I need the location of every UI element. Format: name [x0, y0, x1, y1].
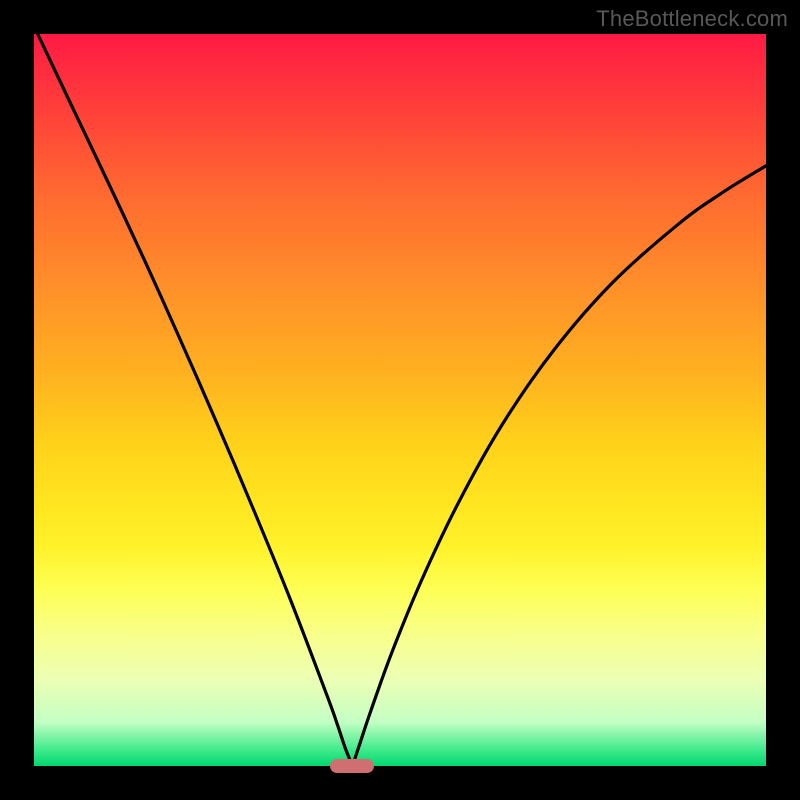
curves-layer: [34, 34, 766, 766]
right-curve: [352, 166, 766, 766]
bottleneck-marker: [330, 759, 374, 773]
left-curve: [38, 34, 353, 766]
watermark-text: TheBottleneck.com: [596, 6, 788, 32]
chart-frame: TheBottleneck.com: [0, 0, 800, 800]
plot-area: [34, 34, 766, 766]
